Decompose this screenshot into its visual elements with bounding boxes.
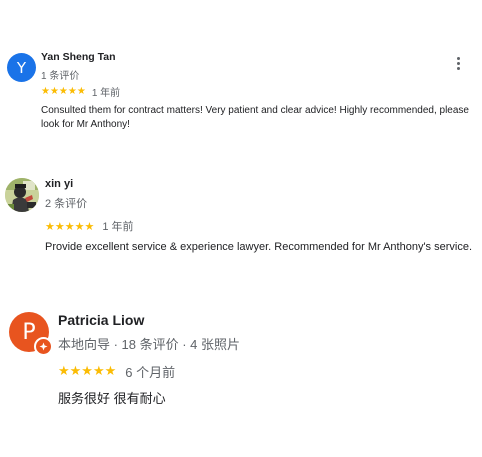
review-card: P Patricia Liow 本地向导 · 18 条评价 · 4 张照片 ★★… [0, 280, 482, 457]
reviewer-name[interactable]: xin yi [45, 178, 73, 190]
avatar-initial: P [22, 319, 36, 345]
local-guide-badge-icon [34, 337, 53, 356]
review-text: 服务很好 很有耐心 [58, 391, 166, 406]
reviewer-name[interactable]: Patricia Liow [58, 312, 144, 328]
review-card: Y Yan Sheng Tan 1 条评价 ★★★★★ 1 年前 Consult… [0, 0, 482, 150]
avatar-initial: Y [16, 58, 27, 77]
avatar[interactable] [5, 178, 39, 212]
rating-row: ★★★★★ 1 年前 [45, 218, 134, 234]
star-rating: ★★★★★ [41, 86, 86, 97]
reviewer-meta: 本地向导 · 18 条评价 · 4 张照片 [58, 337, 241, 352]
avatar[interactable]: P [9, 312, 53, 356]
review-text: Consulted them for contract matters! Ver… [41, 105, 469, 130]
avatar[interactable]: Y [7, 53, 36, 82]
rating-row: ★★★★★ 6 个月前 [58, 362, 175, 381]
review-date: 6 个月前 [125, 365, 176, 380]
avatar-photo-icon [5, 178, 39, 212]
review-date: 1 年前 [102, 221, 134, 233]
reviewer-name[interactable]: Yan Sheng Tan [41, 51, 115, 63]
star-rating: ★★★★★ [58, 364, 117, 379]
more-vert-icon[interactable] [457, 57, 460, 72]
rating-row: ★★★★★ 1 年前 [41, 84, 120, 99]
review-text: Provide excellent service & experience l… [45, 241, 473, 253]
star-rating: ★★★★★ [45, 219, 95, 233]
review-card: xin yi 2 条评价 ★★★★★ 1 年前 Provide excellen… [0, 150, 482, 280]
reviewer-meta: 1 条评价 [41, 71, 80, 82]
reviewer-meta: 2 条评价 [45, 198, 88, 210]
review-date: 1 年前 [91, 88, 121, 99]
